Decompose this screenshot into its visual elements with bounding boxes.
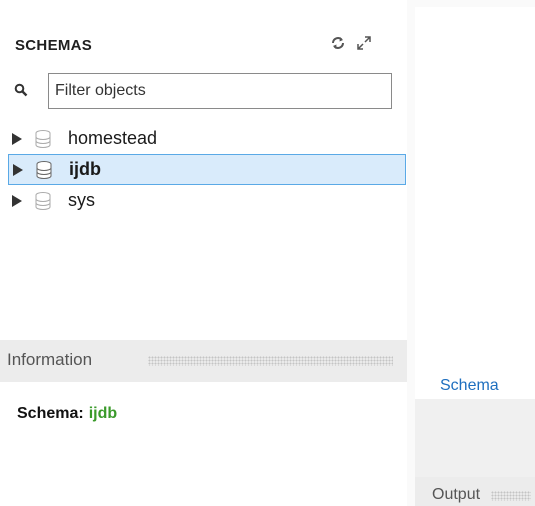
schema-item-ijdb[interactable]: ijdb bbox=[8, 154, 406, 185]
refresh-icon[interactable] bbox=[330, 35, 346, 51]
output-header[interactable]: Output bbox=[415, 477, 535, 506]
editor-area: Schema bbox=[415, 7, 535, 399]
expand-arrow-icon[interactable] bbox=[10, 132, 24, 146]
navigator-panel: SCHEMAS homestea bbox=[0, 0, 407, 506]
header-icons bbox=[330, 35, 372, 51]
schema-label: homestead bbox=[68, 128, 158, 148]
tab-schema[interactable]: Schema bbox=[440, 377, 499, 395]
filter-objects-input[interactable] bbox=[48, 73, 392, 109]
expand-arrow-icon[interactable] bbox=[11, 163, 25, 177]
schema-value: ijdb bbox=[88, 405, 118, 422]
expand-icon[interactable] bbox=[356, 35, 372, 51]
database-icon bbox=[36, 160, 52, 179]
schema-key-label: Schema: bbox=[17, 405, 84, 422]
search-icon bbox=[14, 83, 28, 97]
drag-handle-dots[interactable] bbox=[491, 491, 531, 501]
schema-label: ijdb bbox=[69, 159, 101, 179]
information-title: Information bbox=[7, 350, 93, 369]
database-icon bbox=[35, 129, 51, 148]
schema-item-sys[interactable]: sys bbox=[8, 185, 406, 216]
schema-label: sys bbox=[68, 190, 95, 210]
expand-arrow-icon[interactable] bbox=[10, 194, 24, 208]
schemas-title: SCHEMAS bbox=[15, 37, 93, 54]
spacer-area bbox=[415, 399, 535, 477]
right-panel: Schema Output bbox=[407, 0, 535, 506]
information-header[interactable]: Information bbox=[0, 340, 407, 382]
information-content: Schema: ijdb bbox=[17, 405, 117, 423]
schema-tree: homestead ijdb sys bbox=[0, 123, 407, 216]
filter-row bbox=[10, 73, 396, 109]
output-title: Output bbox=[432, 486, 481, 503]
schema-item-homestead[interactable]: homestead bbox=[8, 123, 406, 154]
drag-handle-dots[interactable] bbox=[148, 356, 393, 366]
database-icon bbox=[35, 191, 51, 210]
